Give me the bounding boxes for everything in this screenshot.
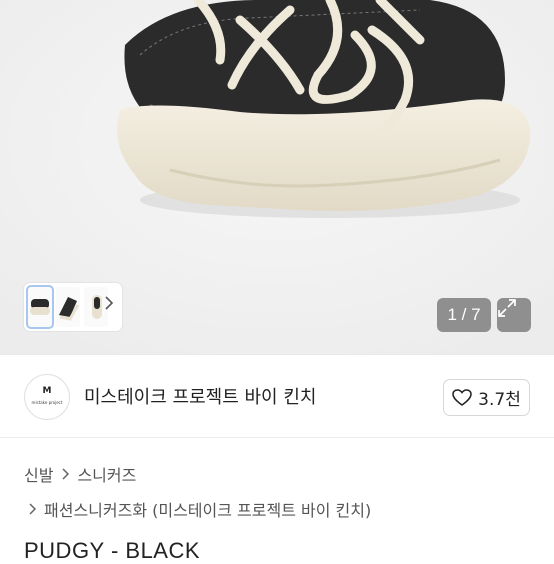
brand-logo-subtext: mistake project bbox=[31, 400, 63, 405]
product-title: PUDGY - BLACK bbox=[24, 538, 201, 563]
heart-icon bbox=[452, 388, 472, 406]
chevron-right-icon bbox=[29, 503, 37, 515]
divider bbox=[0, 437, 554, 438]
expand-icon[interactable] bbox=[497, 298, 531, 332]
thumbnail-2[interactable] bbox=[56, 287, 80, 327]
image-counter: 1 / 7 bbox=[437, 298, 491, 332]
brand-logo-mark: M bbox=[42, 386, 52, 396]
like-button[interactable]: 3.7천 bbox=[443, 379, 530, 416]
breadcrumb-item-shoes[interactable]: 신발 bbox=[24, 462, 53, 486]
breadcrumb-subcategory: 패션스니커즈화 (미스테이크 프로젝트 바이 킨치) bbox=[24, 497, 371, 521]
breadcrumb-item-sneakers[interactable]: 스니커즈 bbox=[77, 462, 136, 486]
brand-name[interactable]: 미스테이크 프로젝트 바이 킨치 bbox=[84, 383, 316, 409]
like-count: 3.7천 bbox=[478, 390, 521, 410]
brand-row[interactable]: M mistake project 미스테이크 프로젝트 바이 킨치 3.7천 bbox=[0, 355, 554, 437]
breadcrumb: 신발 스니커즈 bbox=[24, 462, 136, 486]
chevron-right-icon[interactable] bbox=[104, 295, 118, 319]
brand-logo[interactable]: M mistake project bbox=[24, 374, 70, 420]
thumbnail-1[interactable] bbox=[28, 287, 52, 327]
breadcrumb-item-fashion-sneakers[interactable]: 패션스니커즈화 (미스테이크 프로젝트 바이 킨치) bbox=[44, 497, 371, 521]
thumbnail-strip bbox=[24, 283, 122, 331]
product-image-gallery[interactable]: 1 / 7 bbox=[0, 0, 554, 354]
chevron-right-icon bbox=[62, 468, 70, 480]
